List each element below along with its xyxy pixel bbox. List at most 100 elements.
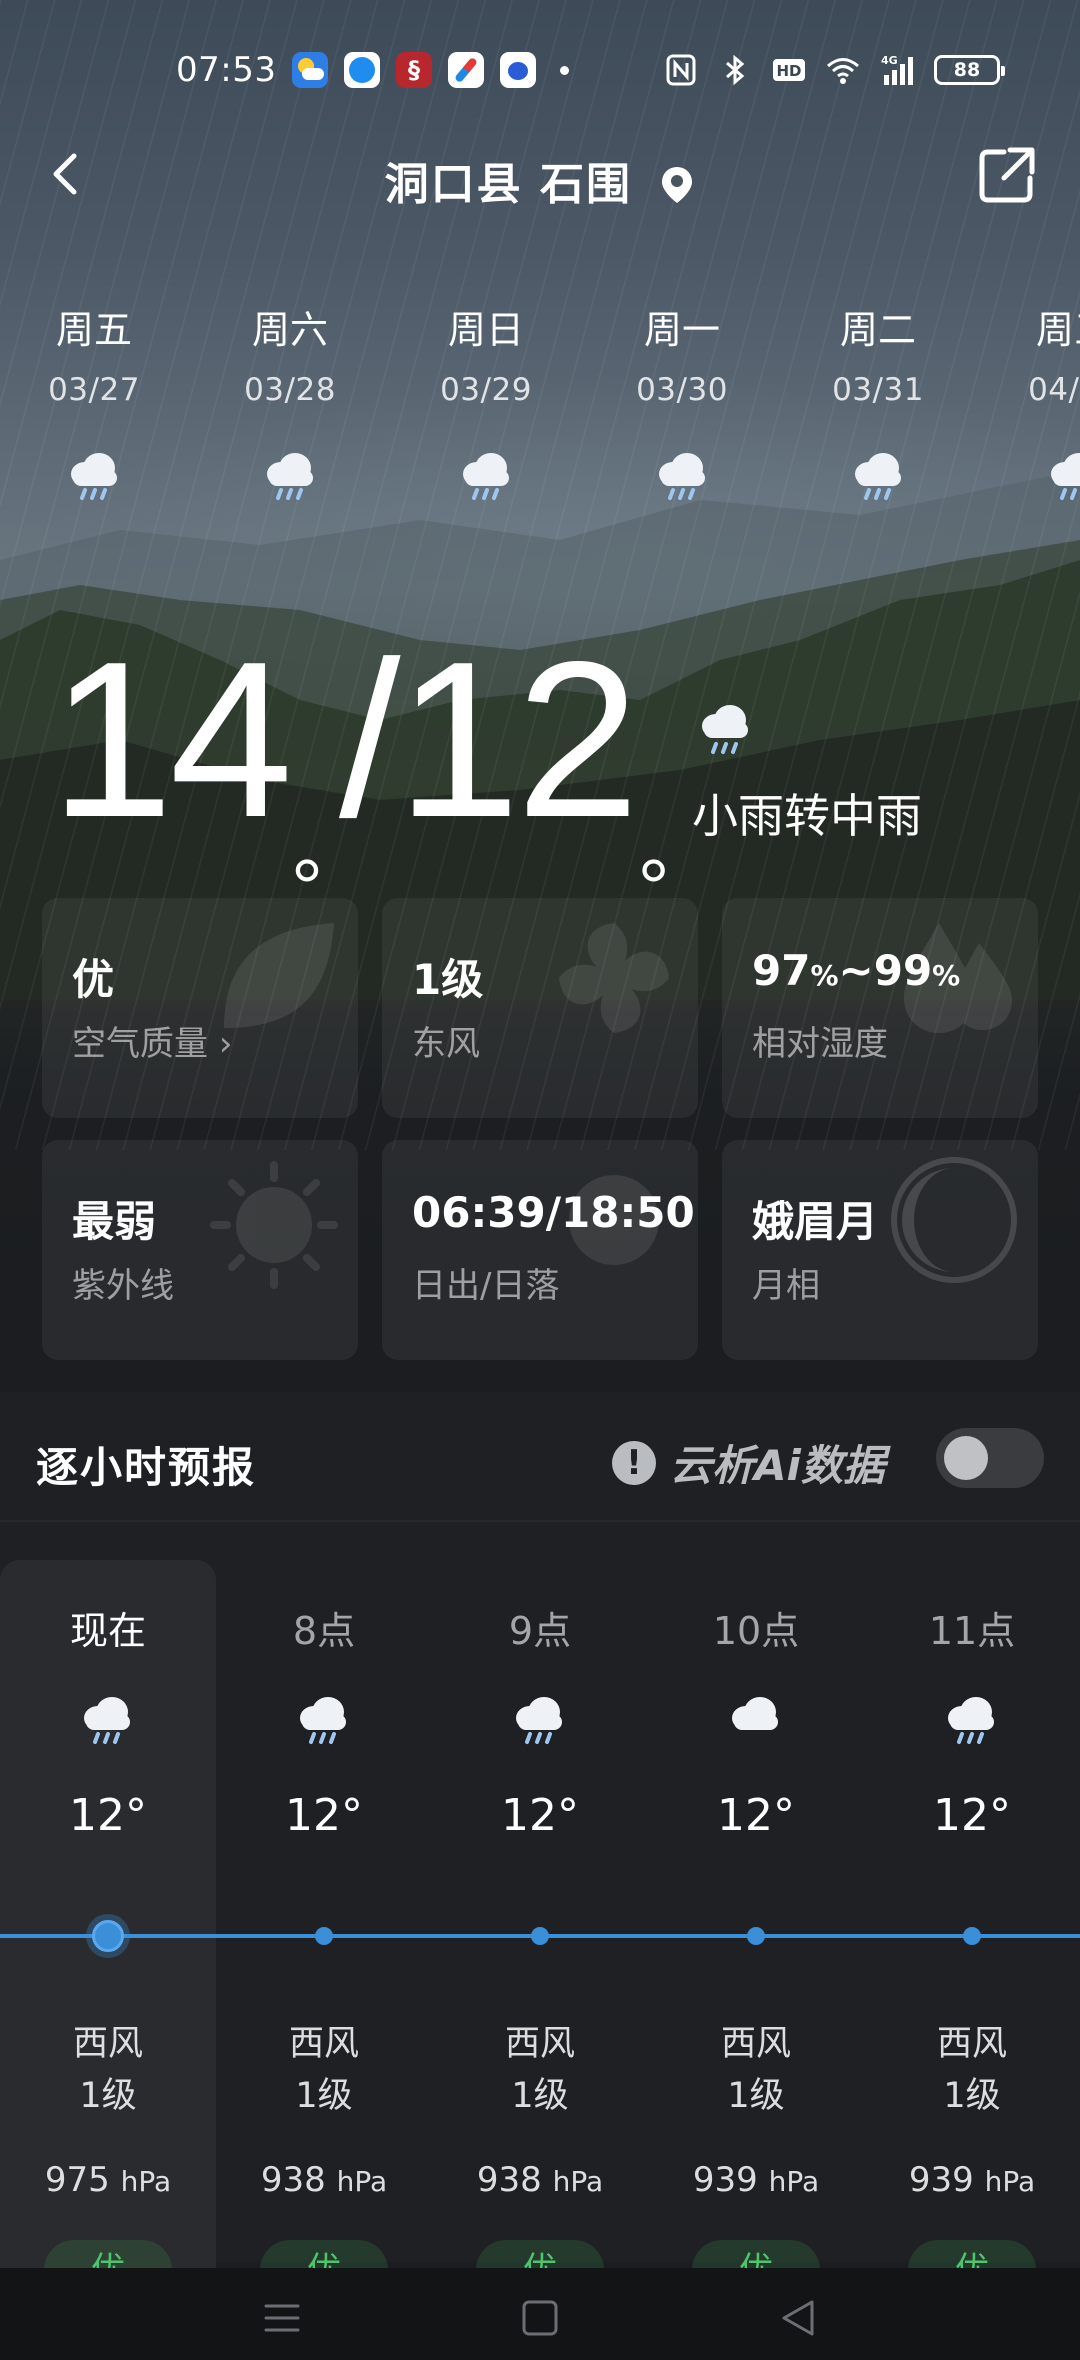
day-date: 03/28: [244, 372, 336, 408]
day-item[interactable]: 周一 03/30: [602, 300, 762, 504]
ai-data-label[interactable]: ! 云析Ai数据: [612, 1432, 885, 1493]
toggle-knob: [944, 1436, 988, 1480]
wind-card[interactable]: 1级 东风: [382, 898, 698, 1118]
wind-label: 东风: [412, 1024, 480, 1064]
battery-icon: 88: [934, 55, 1005, 85]
sunrise-sunset-value: 06:39/18:50: [412, 1188, 695, 1237]
moon-icon: [891, 1157, 1017, 1283]
hour-wind: 西风 1级: [720, 2024, 791, 2116]
light-rain-icon: [948, 1697, 994, 1744]
light-rain-icon: [702, 705, 748, 754]
hour-wind: 西风 1级: [936, 2024, 1007, 2116]
menu-button[interactable]: [260, 2296, 304, 2340]
day-date: 03/30: [636, 372, 728, 408]
hour-pressure: 939 hPa: [692, 2160, 820, 2200]
light-rain-icon: [659, 453, 705, 500]
hd-icon: HD: [773, 59, 805, 81]
day-item[interactable]: 周六 03/28: [210, 300, 370, 504]
day-name: 周日: [447, 308, 524, 352]
hourly-header: 逐小时预报 ! 云析Ai数据: [0, 1392, 1080, 1522]
home-button[interactable]: [518, 2296, 562, 2340]
light-rain-icon: [71, 453, 117, 500]
location-title[interactable]: 洞口县 石围: [0, 148, 1080, 212]
svg-text:4G: 4G: [881, 54, 898, 67]
hour-wind: 西风 1级: [504, 2024, 575, 2116]
hour-item[interactable]: 9点12°西风1级938 hPa优: [432, 1560, 648, 2300]
temperature-point: [92, 1920, 124, 1952]
day-name: 周六: [251, 308, 328, 352]
daily-forecast[interactable]: 周五 03/27 周六 03/28 周日 03/29 周一 03/30 周二 03/31 周三 04/…: [0, 300, 1080, 540]
hour-temp: 12°: [717, 1790, 795, 1841]
day-name: 周一: [643, 308, 720, 352]
hour-label: 9点: [508, 1609, 572, 1653]
location-name: 洞口县 石围: [384, 159, 632, 210]
light-rain-icon: [463, 453, 509, 500]
humidity-label: 相对湿度: [752, 1024, 888, 1064]
moon-phase-card[interactable]: 娥眉月 月相: [722, 1140, 1038, 1360]
day-name: 周二: [839, 308, 916, 352]
system-icons: HD 4G 88: [664, 53, 1005, 87]
ai-data-toggle[interactable]: [936, 1428, 1044, 1488]
hour-item[interactable]: 10点12°西风1级939 hPa优: [648, 1560, 864, 2300]
red-app-icon: §: [396, 52, 432, 88]
day-item[interactable]: 周五 03/27: [14, 300, 174, 504]
hour-temp: 12°: [69, 1790, 147, 1841]
air-quality-card[interactable]: 优 空气质量 ›: [42, 898, 358, 1118]
share-button[interactable]: [974, 142, 1040, 208]
hour-item[interactable]: 11点12°西风1级939 hPa优: [864, 1560, 1080, 2300]
hour-temp: 12°: [933, 1790, 1011, 1841]
temperature-point: [315, 1927, 333, 1945]
hourly-title: 逐小时预报: [36, 1443, 257, 1492]
day-name: 周三: [1035, 308, 1080, 352]
hour-pressure: 975 hPa: [44, 2160, 172, 2200]
hour-label: 现在: [69, 1609, 146, 1653]
temperature-point: [747, 1927, 765, 1945]
compass-app-icon: [448, 52, 484, 88]
weather-app-icon: [292, 52, 328, 88]
day-item[interactable]: 周三 04/01: [994, 300, 1080, 504]
sunrise-sunset-card[interactable]: 06:39/18:50 日出/日落: [382, 1140, 698, 1360]
day-date: 03/29: [440, 372, 532, 408]
temp-low: 12: [396, 616, 640, 864]
humidity-card[interactable]: 97%~99% 相对湿度: [722, 898, 1038, 1118]
nfc-icon: [666, 54, 696, 86]
status-time: 07:53: [176, 50, 277, 90]
day-date: 04/01: [1028, 372, 1080, 408]
hour-pressure: 938 hPa: [260, 2160, 388, 2200]
air-quality-value: 优: [72, 955, 115, 1004]
hour-temp: 12°: [285, 1790, 363, 1841]
header: 洞口县 石围: [0, 130, 1080, 220]
signal-icon: 4G: [881, 54, 913, 85]
hour-wind: 西风 1级: [288, 2024, 359, 2116]
temperature-point: [963, 1927, 981, 1945]
condition-text: 小雨转中雨: [692, 789, 922, 843]
cloudy-icon: [732, 1697, 778, 1730]
status-bar: 07:53 § HD 4G 88: [0, 40, 1080, 100]
light-rain-icon: [855, 453, 901, 500]
uv-label: 紫外线: [72, 1266, 174, 1306]
wifi-icon: [827, 58, 859, 84]
chevron-right-icon: ›: [218, 1024, 233, 1064]
info-icon[interactable]: !: [612, 1440, 656, 1485]
location-pin-icon: [662, 167, 693, 203]
sunrise-sunset-label: 日出/日落: [412, 1266, 560, 1306]
light-rain-icon: [84, 1697, 130, 1744]
temp-high: 14: [50, 616, 293, 864]
moon-phase-value: 娥眉月: [752, 1197, 879, 1246]
uv-card[interactable]: 最弱 紫外线: [42, 1140, 358, 1360]
fan-icon: [559, 923, 669, 1033]
back-nav-button[interactable]: [776, 2296, 820, 2340]
hour-pressure: 939 hPa: [908, 2160, 1036, 2200]
day-item[interactable]: 周日 03/29: [406, 300, 566, 504]
day-item[interactable]: 周二 03/31: [798, 300, 958, 504]
more-notifications-dot: [560, 65, 569, 75]
moon-phase-label: 月相: [752, 1266, 820, 1306]
day-name: 周五: [55, 308, 132, 352]
hour-label: 10点: [712, 1609, 800, 1653]
svg-text:HD: HD: [776, 62, 801, 80]
light-rain-icon: [1051, 453, 1080, 500]
uv-value: 最弱: [72, 1197, 157, 1246]
hour-item[interactable]: 8点12°西风1级938 hPa优: [216, 1560, 432, 2300]
hourly-forecast-panel: 逐小时预报 ! 云析Ai数据 现在12°西风1级975 hPa优8点12°西风1…: [0, 1392, 1080, 2300]
hour-pressure: 938 hPa: [476, 2160, 604, 2200]
